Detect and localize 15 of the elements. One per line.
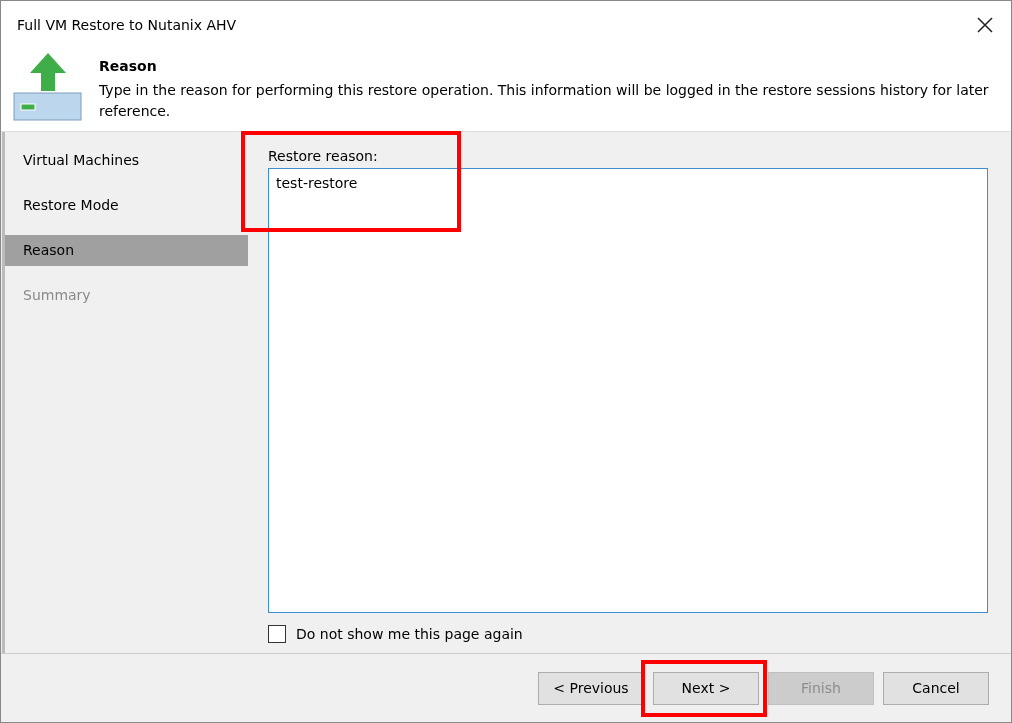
checkbox[interactable]: [268, 625, 286, 643]
wizard-button[interactable]: Cancel: [883, 671, 989, 705]
wizard-step[interactable]: Restore Mode: [5, 190, 248, 221]
checkbox-label: Do not show me this page again: [296, 626, 523, 642]
wizard-step[interactable]: Virtual Machines: [5, 145, 248, 176]
page-description: Type in the reason for performing this restore operation. This information will be logged in the restore sessions history for later reference.: [99, 81, 990, 121]
upload-drive-icon: [13, 53, 83, 121]
reason-input-field[interactable]: test-restore: [268, 168, 988, 613]
field-label: Restore reason:: [268, 148, 379, 164]
window-title: Full VM Restore to Nutanix AHV: [17, 17, 237, 33]
wizard-button[interactable]: Next >: [653, 671, 759, 705]
close-icon[interactable]: [977, 17, 993, 33]
wizard-button[interactable]: < Previous: [538, 671, 644, 705]
page-title: Reason: [99, 58, 158, 74]
wizard-step[interactable]: Reason: [5, 235, 248, 266]
